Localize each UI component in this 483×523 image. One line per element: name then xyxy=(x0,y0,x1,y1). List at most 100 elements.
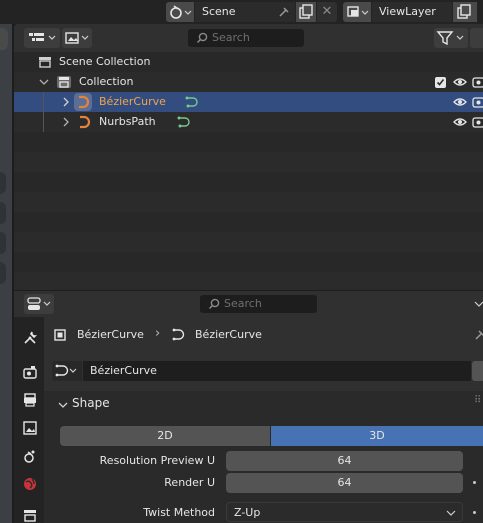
drag-handle-icon[interactable]: ⠿ xyxy=(474,395,481,406)
camera-icon[interactable] xyxy=(472,76,483,88)
collection-icon xyxy=(57,76,71,88)
properties-search-input[interactable]: Search xyxy=(200,295,317,313)
tab-collection[interactable] xyxy=(19,503,41,523)
display-mode-button[interactable] xyxy=(62,28,92,48)
camera-icon[interactable] xyxy=(472,116,483,128)
dimensions-3d-button[interactable]: 3D xyxy=(271,426,483,446)
chevron-down-icon[interactable] xyxy=(58,400,68,410)
camera-icon[interactable] xyxy=(472,96,483,108)
viewport-tool[interactable] xyxy=(0,172,6,194)
properties-content: BézierCurve › BézierCurve BézierCurve Sh… xyxy=(44,317,483,523)
viewport-tool[interactable] xyxy=(0,262,6,284)
empty-row xyxy=(14,172,483,192)
twist-method-dropdown[interactable]: Z-Up xyxy=(226,502,463,522)
curve-object-icon xyxy=(74,93,92,111)
empty-row xyxy=(14,192,483,212)
viewlayer-name-field[interactable]: ViewLayer xyxy=(372,2,452,22)
curve-data-icon xyxy=(55,364,77,377)
outliner-row-scene-collection[interactable]: Scene Collection xyxy=(14,52,483,72)
datablock-name-field[interactable]: BézierCurve xyxy=(83,361,471,381)
breadcrumb-data: BézierCurve xyxy=(195,328,262,341)
panel-title[interactable]: Shape xyxy=(72,396,110,410)
editor-type-button[interactable] xyxy=(24,294,54,314)
row-label: Collection xyxy=(79,75,134,88)
row-label: Scene Collection xyxy=(59,55,151,68)
dimensions-2d-button[interactable]: 2D xyxy=(60,426,270,446)
duplicate-icon xyxy=(299,4,313,19)
empty-row xyxy=(14,132,483,152)
curve-data-icon[interactable] xyxy=(176,115,194,129)
chevron-down-icon xyxy=(446,510,456,516)
row-label: BézierCurve xyxy=(99,95,166,108)
search-icon xyxy=(208,298,220,310)
new-collection-button[interactable] xyxy=(470,28,483,48)
twist-method-label: Twist Method xyxy=(143,506,215,519)
filter-button[interactable] xyxy=(434,28,468,48)
outliner-row-nurbspath[interactable]: NurbsPath xyxy=(14,92,483,132)
render-resolution-label: Render U xyxy=(164,476,215,489)
close-icon: ✕ xyxy=(321,4,333,19)
empty-row xyxy=(14,152,483,172)
render-resolution-field[interactable]: 64 xyxy=(226,473,463,493)
twist-method-value: Z-Up xyxy=(234,506,261,519)
resolution-preview-label: Resolution Preview U xyxy=(99,454,215,467)
curve-data-icon[interactable] xyxy=(184,95,202,109)
image-icon xyxy=(65,32,89,44)
curve-object-icon xyxy=(80,115,91,129)
tab-scene[interactable] xyxy=(19,445,41,467)
shape-panel: Shape ⠿ 2D 3D Resolution Preview U 64 Re… xyxy=(44,391,483,523)
row-label: NurbsPath xyxy=(99,115,156,128)
viewport-tool[interactable] xyxy=(0,202,6,224)
output-icon xyxy=(24,393,36,407)
search-placeholder: Search xyxy=(212,31,250,44)
eye-icon[interactable] xyxy=(453,97,467,107)
outliner-header: Search xyxy=(14,24,483,52)
viewport-tool[interactable] xyxy=(0,232,6,254)
image-icon xyxy=(23,421,37,435)
fake-user-button[interactable] xyxy=(472,361,483,381)
viewport-button[interactable] xyxy=(0,28,8,50)
search-icon xyxy=(196,32,208,44)
new-viewlayer-button[interactable] xyxy=(453,2,477,22)
tab-tool[interactable] xyxy=(19,327,41,349)
tab-view-layer[interactable] xyxy=(19,417,41,439)
tool-icon xyxy=(24,331,38,344)
properties-tabs xyxy=(14,317,44,523)
collection-icon xyxy=(24,510,36,522)
pin-icon[interactable] xyxy=(277,5,291,22)
pin-icon[interactable] xyxy=(473,328,483,342)
new-scene-button[interactable] xyxy=(296,2,316,22)
breadcrumb-separator-icon: › xyxy=(155,326,161,341)
eye-icon[interactable] xyxy=(453,77,467,87)
properties-icon xyxy=(27,297,51,310)
filter-icon xyxy=(436,31,464,46)
properties-header: Search xyxy=(14,291,483,317)
scene-icon xyxy=(24,450,35,463)
outliner-search-input[interactable]: Search xyxy=(188,29,304,47)
scene-selector-button[interactable] xyxy=(166,2,194,22)
delete-scene-button[interactable]: ✕ xyxy=(317,2,337,22)
resolution-preview-field[interactable]: 64 xyxy=(226,451,463,471)
tab-output[interactable] xyxy=(19,389,41,411)
empty-row xyxy=(14,272,483,290)
datablock-browse-button[interactable] xyxy=(52,361,82,381)
render-layers-icon xyxy=(347,6,369,17)
editor-type-button[interactable] xyxy=(24,28,60,48)
viewport-edge xyxy=(0,24,12,523)
top-bar: Scene ✕ ViewLayer xyxy=(0,0,483,24)
chevron-down-icon[interactable] xyxy=(474,299,483,309)
checkbox-checked-icon[interactable] xyxy=(435,77,446,88)
outliner-row-beziercurve[interactable]: BézierCurve xyxy=(14,92,483,112)
render-icon xyxy=(23,366,37,379)
viewlayer-selector-button[interactable] xyxy=(343,2,371,22)
world-icon xyxy=(24,478,36,490)
empty-row xyxy=(14,232,483,252)
tab-world[interactable] xyxy=(19,473,41,495)
outliner-row-collection[interactable]: Collection xyxy=(14,72,483,92)
duplicate-icon xyxy=(457,4,471,19)
keyframe-dot-icon[interactable] xyxy=(473,511,476,514)
keyframe-dot-icon[interactable] xyxy=(473,481,476,484)
outliner-icon xyxy=(29,33,56,41)
tab-render[interactable] xyxy=(19,361,41,383)
eye-icon[interactable] xyxy=(453,117,467,127)
